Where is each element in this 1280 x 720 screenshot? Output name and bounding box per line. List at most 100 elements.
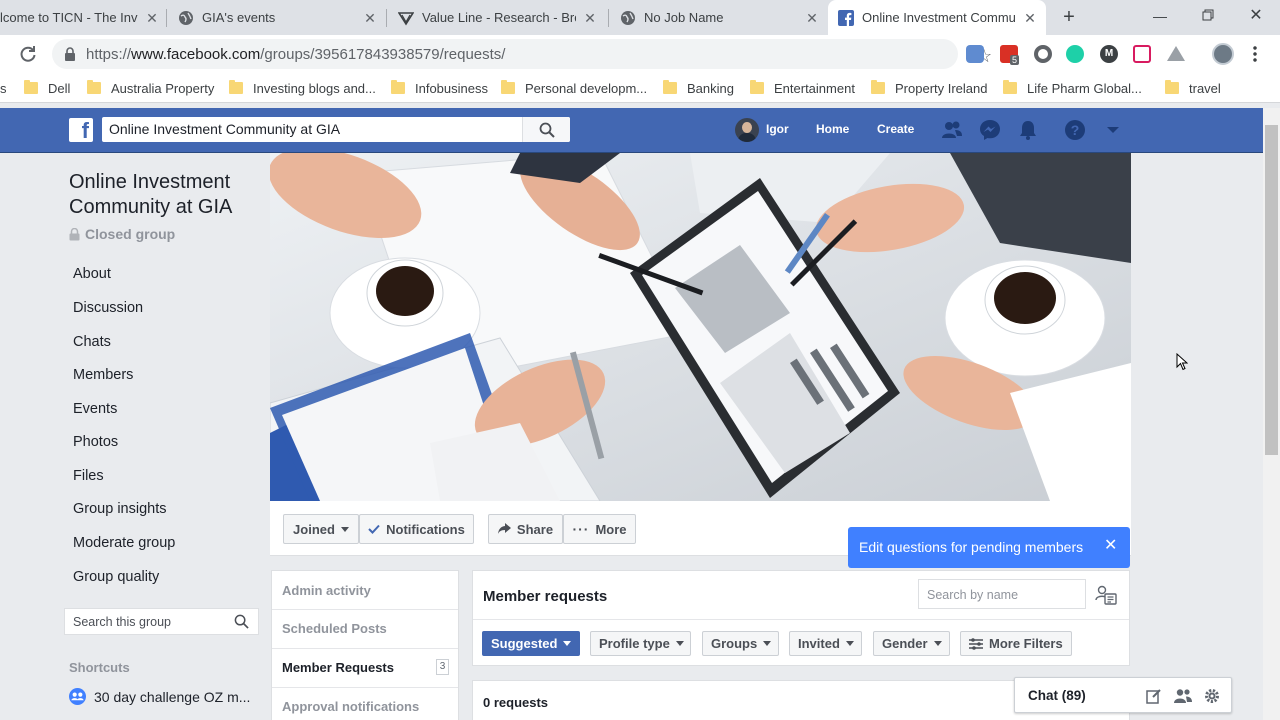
search-button[interactable] <box>522 117 570 142</box>
browser-tab-active[interactable]: Online Investment Commu ✕ <box>828 0 1046 35</box>
member-questions-icon[interactable] <box>1095 585 1117 605</box>
bookmark-folder[interactable]: travel <box>1165 79 1221 97</box>
gear-icon[interactable] <box>1204 688 1220 704</box>
close-icon[interactable]: ✕ <box>144 10 160 26</box>
grammar-extension-icon[interactable] <box>1066 45 1084 63</box>
approval-notifications-link[interactable]: Approval notifications <box>282 699 419 714</box>
close-icon[interactable]: ✕ <box>1104 538 1117 554</box>
facebook-icon <box>838 9 854 26</box>
gender-filter-button[interactable]: Gender <box>873 631 950 656</box>
close-icon[interactable]: ✕ <box>582 10 598 26</box>
reload-icon[interactable] <box>19 45 37 63</box>
chevron-down-icon <box>763 641 772 646</box>
create-link[interactable]: Create <box>877 122 914 136</box>
group-title[interactable]: Online Investment Community at GIA <box>69 170 259 220</box>
nav-group-quality[interactable]: Group quality <box>73 569 159 585</box>
edit-questions-tooltip[interactable]: Edit questions for pending members ✕ <box>848 527 1130 568</box>
nav-discussion[interactable]: Discussion <box>73 300 143 316</box>
shortcut-item[interactable]: 30 day challenge OZ m... <box>69 688 250 705</box>
share-button[interactable]: Share <box>488 514 563 544</box>
nav-files[interactable]: Files <box>73 468 104 484</box>
notifications-button[interactable]: Notifications <box>359 514 474 544</box>
nav-moderate-group[interactable]: Moderate group <box>73 535 175 551</box>
folder-icon <box>1165 80 1179 94</box>
nav-group-insights[interactable]: Group insights <box>73 501 167 517</box>
restore-icon[interactable] <box>1198 6 1218 26</box>
bookmark-item[interactable]: s <box>0 79 7 97</box>
bookmark-folder[interactable]: Entertainment <box>750 79 855 97</box>
bookmark-folder[interactable]: Banking <box>663 79 734 97</box>
member-requests-link[interactable]: Member Requests <box>282 660 394 675</box>
search-icon[interactable] <box>234 614 249 629</box>
folder-icon <box>750 80 764 94</box>
bookmark-folder[interactable]: Infobusiness <box>391 79 488 97</box>
nav-photos[interactable]: Photos <box>73 434 118 450</box>
group-search-input[interactable]: Search this group <box>64 608 259 635</box>
nav-about[interactable]: About <box>73 266 111 282</box>
cover-photo[interactable] <box>270 153 1131 501</box>
close-icon[interactable]: ✕ <box>1022 10 1038 26</box>
admin-activity-link[interactable]: Admin activity <box>282 583 371 598</box>
chat-sidebar-tab[interactable]: Chat (89) <box>1014 677 1232 713</box>
folder-icon <box>1003 80 1017 94</box>
profile-avatar[interactable] <box>1212 43 1234 65</box>
chevron-down-icon <box>845 641 854 646</box>
home-link[interactable]: Home <box>816 122 849 136</box>
browser-tab[interactable]: No Job Name ✕ <box>620 0 820 35</box>
cloud-extension-icon[interactable] <box>966 45 984 63</box>
avatar[interactable] <box>735 118 759 142</box>
nav-chats[interactable]: Chats <box>73 334 111 350</box>
invited-filter-button[interactable]: Invited <box>789 631 862 656</box>
new-tab-button[interactable]: + <box>1059 7 1079 27</box>
friend-requests-icon[interactable] <box>941 119 963 141</box>
chrome-menu-icon[interactable] <box>1252 45 1258 63</box>
notifications-bell-icon[interactable] <box>1017 119 1039 141</box>
m-extension-icon[interactable]: M <box>1100 45 1118 63</box>
extension-badge: 5 <box>1010 55 1020 65</box>
more-button[interactable]: ··· More <box>563 514 636 544</box>
more-filters-button[interactable]: More Filters <box>960 631 1072 656</box>
scrollbar-thumb[interactable] <box>1265 125 1278 455</box>
window-close-icon[interactable]: ✕ <box>1246 6 1266 26</box>
search-by-name-input[interactable]: Search by name <box>918 579 1086 609</box>
search-input[interactable]: Online Investment Community at GIA <box>102 117 570 142</box>
globe-icon <box>178 10 194 26</box>
new-group-icon[interactable] <box>1174 688 1192 704</box>
close-icon[interactable]: ✕ <box>804 10 820 26</box>
suggested-filter-button[interactable]: Suggested <box>482 631 580 656</box>
drive-extension-icon[interactable] <box>1167 46 1185 61</box>
checkmark-icon <box>368 524 380 534</box>
share-icon <box>497 523 511 534</box>
facebook-logo-icon[interactable]: f <box>69 118 93 142</box>
help-icon[interactable]: ? <box>1064 119 1086 141</box>
minimize-icon[interactable]: — <box>1150 6 1170 26</box>
nav-events[interactable]: Events <box>73 401 117 417</box>
browser-tab[interactable]: Value Line - Research - Bro ✕ <box>398 0 598 35</box>
circle-extension-icon[interactable] <box>1034 45 1052 63</box>
scheduled-posts-link[interactable]: Scheduled Posts <box>282 621 387 636</box>
address-bar[interactable]: https://www.facebook.com/groups/39561784… <box>52 39 992 69</box>
joined-button[interactable]: Joined <box>283 514 359 544</box>
profile-type-filter-button[interactable]: Profile type <box>590 631 691 656</box>
browser-tab[interactable]: lcome to TICN - The Inve ✕ <box>0 0 160 35</box>
profile-link[interactable]: Igor <box>766 122 789 136</box>
folder-icon <box>391 80 405 94</box>
tab-title: lcome to TICN - The Inve <box>0 10 138 25</box>
bookmark-folder[interactable]: Personal developm... <box>501 79 647 97</box>
chevron-down-icon <box>340 526 349 532</box>
bookmark-folder[interactable]: Investing blogs and... <box>229 79 376 97</box>
messenger-icon[interactable] <box>979 119 1001 141</box>
extension-icon[interactable]: 5 <box>1000 45 1020 65</box>
nav-members[interactable]: Members <box>73 367 133 383</box>
bookmark-folder[interactable]: Life Pharm Global... <box>1003 79 1142 97</box>
browser-tab[interactable]: GIA's events ✕ <box>178 0 378 35</box>
account-menu-icon[interactable] <box>1102 119 1124 141</box>
bookmark-folder[interactable]: Dell <box>24 79 70 97</box>
close-icon[interactable]: ✕ <box>362 10 378 26</box>
bookmark-folder[interactable]: Australia Property <box>87 79 214 97</box>
compose-icon[interactable] <box>1146 688 1162 704</box>
groups-filter-button[interactable]: Groups <box>702 631 779 656</box>
bookmark-folder[interactable]: Property Ireland <box>871 79 988 97</box>
pocket-extension-icon[interactable] <box>1133 45 1151 63</box>
member-requests-panel: Member requests Search by name Suggested… <box>472 570 1130 666</box>
